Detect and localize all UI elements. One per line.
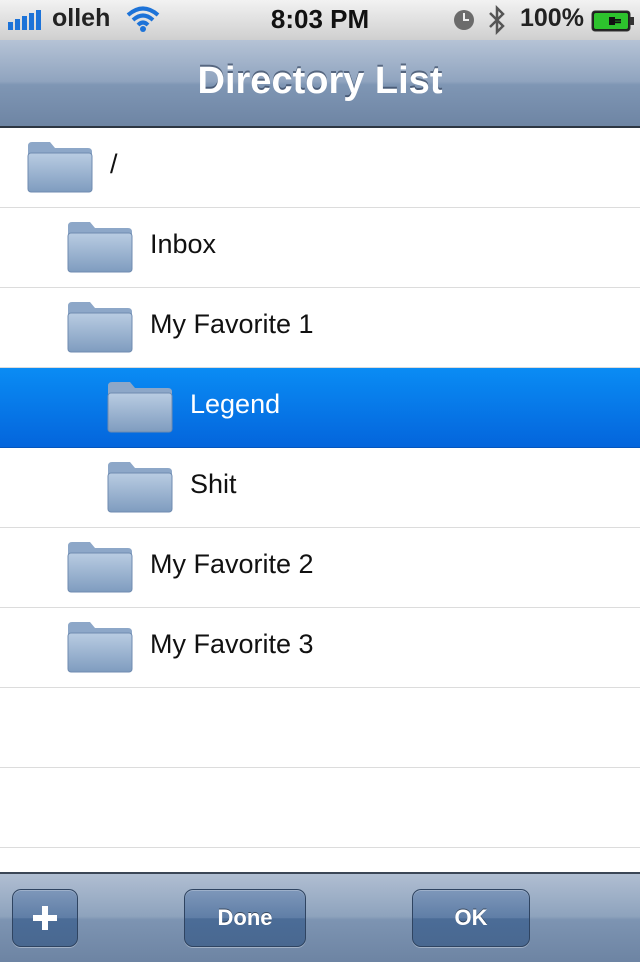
bluetooth-icon	[489, 5, 505, 35]
list-item-my-favorite-2[interactable]: My Favorite 2	[0, 528, 640, 608]
directory-list[interactable]: / Inbox My Favorite 1 Legend Shit My Fav…	[0, 128, 640, 872]
folder-icon	[67, 542, 133, 593]
list-item-my-favorite-1[interactable]: My Favorite 1	[0, 288, 640, 368]
empty-row	[0, 768, 640, 848]
done-button[interactable]: Done	[184, 889, 306, 947]
folder-icon	[107, 462, 173, 513]
list-item-label: Inbox	[150, 229, 217, 259]
folder-icon	[27, 142, 93, 193]
empty-row	[0, 688, 640, 768]
battery-icon	[591, 10, 634, 32]
status-bar: olleh 8:03 PM 100%	[0, 0, 640, 41]
navigation-bar: Directory List	[0, 40, 640, 128]
list-item-label: Shit	[190, 469, 237, 499]
ok-button[interactable]: OK	[412, 889, 530, 947]
folder-icon	[67, 222, 133, 273]
folder-icon	[107, 382, 173, 433]
list-item-label: Legend	[190, 389, 281, 419]
add-button[interactable]	[12, 889, 78, 947]
list-item-my-favorite-3[interactable]: My Favorite 3	[0, 608, 640, 688]
clock-icon	[454, 10, 474, 30]
plus-icon	[33, 906, 57, 930]
folder-icon	[67, 302, 133, 353]
list-item-label: My Favorite 2	[150, 549, 314, 579]
folder-icon	[67, 622, 133, 673]
list-item-label: My Favorite 1	[150, 309, 314, 339]
list-item-root[interactable]: /	[0, 128, 640, 208]
page-title: Directory List	[197, 60, 443, 102]
list-item-inbox[interactable]: Inbox	[0, 208, 640, 288]
list-item-legend[interactable]: Legend	[0, 368, 640, 448]
list-item-shit[interactable]: Shit	[0, 448, 640, 528]
bottom-toolbar: Done OK	[0, 872, 640, 962]
list-item-label: My Favorite 3	[150, 629, 314, 659]
list-item-label: /	[110, 149, 118, 179]
battery-percent: 100%	[520, 4, 584, 32]
